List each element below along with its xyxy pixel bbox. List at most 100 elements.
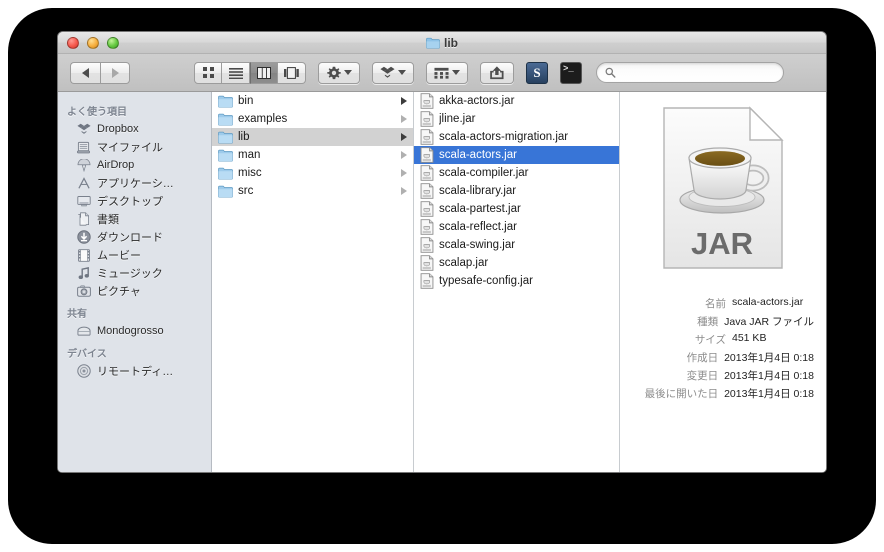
column-row-label: lib — [238, 131, 250, 143]
airdrop-icon — [76, 158, 91, 172]
sidebar-item-label: Mondogrosso — [97, 325, 164, 337]
desktop-icon — [76, 194, 91, 208]
sidebar-item-mondogrosso[interactable]: Mondogrosso — [58, 322, 211, 340]
arrange-grid-icon — [434, 67, 449, 79]
gear-icon — [326, 66, 341, 79]
sidebar-section-header-devices: デバイス — [67, 349, 107, 360]
column-row[interactable]: jline.jar — [414, 110, 619, 128]
folder-icon — [218, 167, 233, 179]
sidebar-item-dropbox[interactable]: Dropbox — [58, 120, 211, 138]
sublime-text-icon[interactable]: S — [526, 61, 548, 84]
forward-button[interactable] — [100, 61, 130, 84]
applications-icon — [76, 176, 91, 190]
share-button[interactable] — [480, 61, 514, 84]
sidebar-item-myfiles[interactable]: マイファイル — [58, 138, 211, 156]
folder-icon — [218, 149, 233, 161]
shared-computer-icon — [76, 324, 91, 338]
column-view-button[interactable] — [250, 61, 278, 84]
column-row-label: man — [238, 149, 261, 161]
terminal-icon[interactable]: >_ — [560, 61, 582, 84]
minimize-button[interactable] — [87, 37, 99, 49]
column-row[interactable]: examples — [212, 110, 413, 128]
column-row-selected[interactable]: lib — [212, 128, 413, 146]
arrange-menu-button[interactable] — [426, 61, 468, 84]
dropbox-icon — [380, 66, 395, 78]
window-title: lib — [444, 36, 458, 50]
column-row[interactable]: akka-actors.jar — [414, 92, 619, 110]
sidebar-item-desktop[interactable]: デスクトップ — [58, 192, 211, 210]
preview-pane: JAR 名前 scala-actors.jar 種類 Java JAR ファイル — [620, 92, 826, 472]
sidebar-item-documents[interactable]: 書類 — [58, 210, 211, 228]
chevron-down-icon — [452, 70, 460, 75]
preview-icon-label: JAR — [691, 226, 753, 261]
chevron-right-icon — [401, 133, 407, 141]
column-row-label: akka-actors.jar — [439, 95, 515, 107]
chevron-down-icon — [398, 70, 406, 75]
sidebar-item-movies[interactable]: ムービー — [58, 246, 211, 264]
column-row[interactable]: bin — [212, 92, 413, 110]
window-title-group: lib — [58, 32, 826, 54]
preview-content: JAR 名前 scala-actors.jar 種類 Java JAR ファイル — [620, 92, 826, 404]
sidebar: よく使う項目 Dropbox マイファイル AirDrop アプリケーシ… デス… — [58, 92, 212, 472]
close-button[interactable] — [67, 37, 79, 49]
metadata-row: 変更日 2013年1月4日 0:18 — [620, 368, 814, 383]
column-row[interactable]: scala-actors-migration.jar — [414, 128, 619, 146]
jar-file-icon — [420, 129, 434, 145]
search-icon — [605, 67, 616, 78]
column-row-label: scala-partest.jar — [439, 203, 521, 215]
metadata-value: 2013年1月4日 0:18 — [724, 388, 814, 400]
finder-toolbar: S >_ — [58, 54, 826, 92]
column-row[interactable]: scala-partest.jar — [414, 200, 619, 218]
music-icon — [76, 266, 91, 280]
column-row-label: scala-swing.jar — [439, 239, 516, 251]
columns-icon — [257, 66, 271, 79]
column-row[interactable]: scala-library.jar — [414, 182, 619, 200]
back-button[interactable] — [70, 61, 100, 84]
column-row[interactable]: scalap.jar — [414, 254, 619, 272]
column-row[interactable]: scala-swing.jar — [414, 236, 619, 254]
column-files[interactable]: akka-actors.jar jline.jar scala-actors-m… — [414, 92, 620, 472]
metadata-value: scala-actors.jar — [732, 296, 804, 308]
column-row-label: jline.jar — [439, 113, 476, 125]
finder-window: lib S >_ よく使う項目 Dropbox マイファイル AirDrop ア… — [57, 31, 827, 473]
sidebar-item-airdrop[interactable]: AirDrop — [58, 156, 211, 174]
column-row[interactable]: scala-reflect.jar — [414, 218, 619, 236]
grid-icon — [202, 67, 214, 78]
search-field[interactable] — [596, 62, 784, 83]
search-input[interactable] — [619, 66, 775, 79]
myfiles-icon — [76, 140, 91, 154]
sidebar-item-remote-disc[interactable]: リモートディ… — [58, 362, 211, 380]
icon-view-button[interactable] — [194, 61, 222, 84]
chevron-right-icon — [401, 169, 407, 177]
sidebar-item-pictures[interactable]: ピクチャ — [58, 282, 211, 300]
folder-icon — [218, 185, 233, 197]
column-row-label: bin — [238, 95, 254, 107]
column-row[interactable]: src — [212, 182, 413, 200]
jar-file-icon — [420, 219, 434, 235]
sidebar-item-label: アプリケーシ… — [97, 178, 174, 190]
column-row-label: scala-library.jar — [439, 185, 517, 197]
jar-file-icon — [420, 165, 434, 181]
action-menu-button[interactable] — [318, 61, 360, 84]
metadata-key: 名前 — [705, 298, 726, 310]
remote-disc-icon — [76, 364, 91, 378]
chevron-right-icon — [401, 97, 407, 105]
metadata-row: 作成日 2013年1月4日 0:18 — [620, 350, 814, 365]
sidebar-item-downloads[interactable]: ダウンロード — [58, 228, 211, 246]
zoom-button[interactable] — [107, 37, 119, 49]
column-row[interactable]: misc — [212, 164, 413, 182]
window-titlebar[interactable]: lib — [58, 32, 826, 54]
sidebar-item-applications[interactable]: アプリケーシ… — [58, 174, 211, 192]
finder-body: よく使う項目 Dropbox マイファイル AirDrop アプリケーシ… デス… — [58, 92, 826, 472]
column-row[interactable]: typesafe-config.jar — [414, 272, 619, 290]
coverflow-view-button[interactable] — [278, 61, 306, 84]
column-row-label: scala-reflect.jar — [439, 221, 517, 233]
sidebar-item-music[interactable]: ミュージック — [58, 264, 211, 282]
column-folders[interactable]: bin examples lib man misc src — [212, 92, 414, 472]
sidebar-item-label: ダウンロード — [97, 232, 163, 244]
column-row[interactable]: man — [212, 146, 413, 164]
column-row[interactable]: scala-compiler.jar — [414, 164, 619, 182]
list-view-button[interactable] — [222, 61, 250, 84]
column-row-selected[interactable]: scala-actors.jar — [414, 146, 619, 164]
dropbox-menu-button[interactable] — [372, 61, 414, 84]
